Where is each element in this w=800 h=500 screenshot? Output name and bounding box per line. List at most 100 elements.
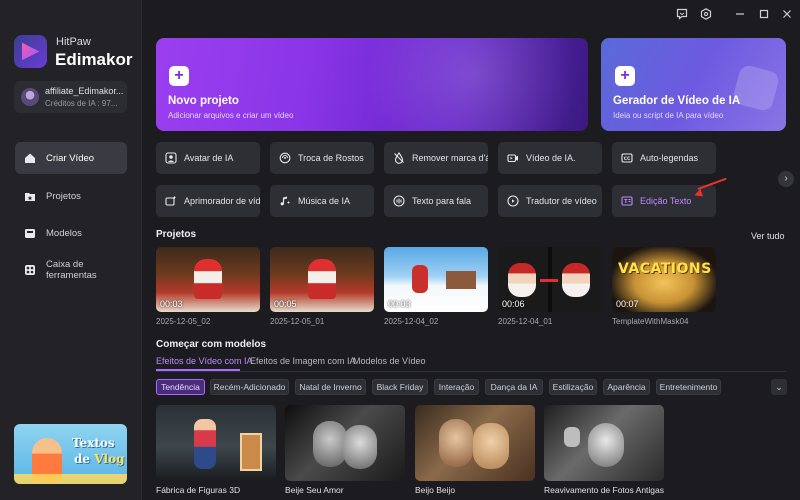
tool-label: Auto-legendas bbox=[640, 153, 699, 163]
plus-icon: + bbox=[169, 66, 189, 86]
ai-video-subtitle: Ideia ou script de IA para vídeo bbox=[613, 111, 724, 120]
tool-troca-de-rostos[interactable]: Troca de Rostos bbox=[270, 142, 374, 174]
model-card[interactable] bbox=[544, 405, 664, 481]
chip-estilizacao[interactable]: Estilização bbox=[549, 379, 597, 395]
sidebar-item-criar-video[interactable]: Criar Vídeo bbox=[15, 142, 127, 174]
sidebar-item-projetos[interactable]: Projetos bbox=[15, 180, 127, 212]
promo-banner[interactable]: Textos de Vlog bbox=[14, 424, 127, 484]
sidebar-item-label: Projetos bbox=[46, 190, 81, 202]
project-thumb[interactable]: VACATIONS 00:07 bbox=[612, 247, 716, 312]
svg-text:CC: CC bbox=[624, 156, 631, 162]
avatar-icon bbox=[165, 152, 177, 164]
new-project-card[interactable]: + Novo projeto Adicionar arquivos e cria… bbox=[156, 38, 588, 131]
project-thumb[interactable]: 00:03 bbox=[384, 247, 488, 312]
music-icon bbox=[279, 195, 291, 207]
sidebar-item-label: Criar Vídeo bbox=[46, 152, 95, 164]
watermark-remove-icon bbox=[393, 152, 405, 164]
project-duration: 00:05 bbox=[274, 299, 297, 309]
minimize-icon[interactable] bbox=[732, 6, 748, 22]
chip-recem-adicionado[interactable]: Recém-Adicionado bbox=[210, 379, 289, 395]
ai-video-generator-card[interactable]: + Gerador de Vídeo de IA Ideia ou script… bbox=[601, 38, 786, 131]
avatar bbox=[21, 88, 39, 106]
project-thumb[interactable]: 00:03 bbox=[156, 247, 260, 312]
account-card[interactable]: affiliate_Edimakor... Créditos de IA : 9… bbox=[14, 81, 127, 113]
model-card[interactable] bbox=[285, 405, 405, 481]
translate-icon bbox=[507, 195, 519, 207]
project-duration: 00:06 bbox=[502, 299, 525, 309]
sidebar-item-label: Caixa de ferramentas bbox=[46, 259, 97, 281]
model-name: Reavivamento de Fotos Antigas bbox=[544, 485, 665, 495]
tool-label: Avatar de IA bbox=[184, 153, 234, 163]
project-duration: 00:03 bbox=[160, 299, 183, 309]
model-card[interactable] bbox=[156, 405, 276, 481]
sidebar-item-label: Modelos bbox=[46, 227, 82, 239]
tool-remover-marca-dagua[interactable]: Remover marca d'água bbox=[384, 142, 488, 174]
tool-avatar-ia[interactable]: Avatar de IA bbox=[156, 142, 260, 174]
tts-icon bbox=[393, 195, 405, 207]
chevron-down-icon[interactable]: ⌄ bbox=[771, 379, 787, 395]
see-all-link[interactable]: Ver tudo bbox=[751, 231, 785, 241]
project-name: 2025-12-05_01 bbox=[270, 317, 325, 326]
project-duration: 00:03 bbox=[388, 299, 411, 309]
project-thumb[interactable]: 00:05 bbox=[270, 247, 374, 312]
tool-label: Remover marca d'água bbox=[412, 153, 488, 163]
tool-label: Texto para fala bbox=[412, 196, 472, 206]
sidebar-item-modelos[interactable]: Modelos bbox=[15, 217, 127, 249]
model-name: Beijo Beijo bbox=[415, 485, 456, 495]
promo-line-1: Textos bbox=[72, 436, 115, 450]
text-edit-icon: T bbox=[621, 195, 633, 207]
account-credits: Créditos de IA : 97... bbox=[45, 99, 118, 108]
model-card[interactable] bbox=[415, 405, 535, 481]
chip-danca-da-ia[interactable]: Dança da IA bbox=[485, 379, 543, 395]
chip-black-friday[interactable]: Black Friday bbox=[372, 379, 428, 395]
project-name: 2025-12-05_02 bbox=[156, 317, 211, 326]
plus-icon: + bbox=[615, 66, 635, 86]
tool-aprimorador-de-video[interactable]: Aprimorador de vídeo bbox=[156, 185, 260, 217]
template-box-icon bbox=[24, 227, 36, 239]
account-name: affiliate_Edimakor... bbox=[45, 86, 124, 96]
close-icon[interactable] bbox=[779, 6, 795, 22]
thumb-text: VACATIONS bbox=[618, 261, 712, 277]
tab-efeitos-video[interactable]: Efeitos de Vídeo com IA bbox=[156, 356, 253, 366]
models-title: Começar com modelos bbox=[156, 339, 267, 350]
projects-title: Projetos bbox=[156, 229, 197, 240]
ai-video-title: Gerador de Vídeo de IA bbox=[613, 95, 741, 107]
model-name: Fábrica de Figuras 3D bbox=[156, 485, 241, 495]
chip-natal-de-inverno[interactable]: Natal de Inverno bbox=[295, 379, 366, 395]
captions-icon: CC bbox=[621, 152, 633, 164]
chip-entretenimento[interactable]: Entretenimento bbox=[656, 379, 721, 395]
project-thumb[interactable]: 00:06 bbox=[498, 247, 602, 312]
project-duration: 00:07 bbox=[616, 299, 639, 309]
tool-auto-legendas[interactable]: CC Auto-legendas bbox=[612, 142, 716, 174]
promo-line-2: de Vlog bbox=[74, 452, 125, 466]
tool-texto-para-fala[interactable]: Texto para fala bbox=[384, 185, 488, 217]
brand-top: HitPaw bbox=[56, 36, 91, 48]
sidebar: HitPaw Edimakor affiliate_Edimakor... Cr… bbox=[0, 0, 142, 500]
model-name: Beije Seu Amor bbox=[285, 485, 344, 495]
folder-star-icon bbox=[24, 190, 36, 202]
tab-divider bbox=[156, 371, 786, 372]
feedback-icon[interactable] bbox=[674, 6, 690, 22]
tool-musica-de-ia[interactable]: Música de IA bbox=[270, 185, 374, 217]
tab-active-indicator bbox=[156, 369, 240, 371]
tool-tradutor-de-video[interactable]: Tradutor de vídeo bbox=[498, 185, 602, 217]
settings-icon[interactable] bbox=[698, 6, 714, 22]
tab-modelos-video[interactable]: Modelos de Vídeo bbox=[353, 356, 426, 366]
chip-aparencia[interactable]: Aparência bbox=[603, 379, 650, 395]
tab-efeitos-imagem[interactable]: Efeitos de Imagem com IA bbox=[250, 356, 356, 366]
maximize-icon[interactable] bbox=[756, 6, 772, 22]
tool-video-de-ia[interactable]: Vídeo de IA. bbox=[498, 142, 602, 174]
chevron-right-icon[interactable]: › bbox=[778, 171, 794, 187]
new-project-title: Novo projeto bbox=[168, 95, 239, 107]
tool-label: Vídeo de IA. bbox=[526, 153, 576, 163]
project-name: 2025-12-04_02 bbox=[384, 317, 439, 326]
chip-interacao[interactable]: Interação bbox=[434, 379, 479, 395]
tool-label: Aprimorador de vídeo bbox=[184, 196, 260, 206]
tool-label: Tradutor de vídeo bbox=[526, 196, 597, 206]
ai-video-icon bbox=[507, 152, 519, 164]
face-swap-icon bbox=[279, 152, 291, 164]
tool-label: Música de IA bbox=[298, 196, 351, 206]
chip-tendencia[interactable]: Tendência bbox=[156, 379, 205, 395]
sidebar-item-caixa-de-ferramentas[interactable]: Caixa de ferramentas bbox=[15, 254, 127, 286]
tool-label: Troca de Rostos bbox=[298, 153, 364, 163]
